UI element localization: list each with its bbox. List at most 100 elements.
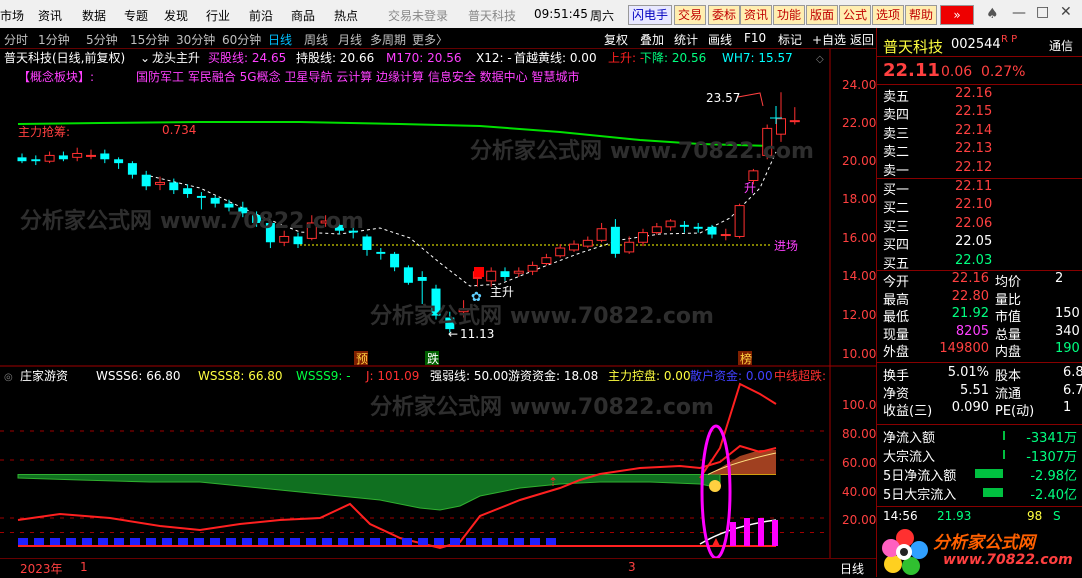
tool-f10[interactable]: F10: [744, 31, 766, 45]
stat2-value-2: 6.8: [1063, 365, 1082, 380]
tool-adjust[interactable]: 复权: [604, 31, 628, 48]
candle: [776, 92, 786, 142]
menu-hotspot[interactable]: 热点: [334, 7, 358, 24]
close-icon[interactable]: ✕: [1060, 4, 1072, 20]
tool-back[interactable]: 返回: [850, 31, 874, 48]
menu-topic[interactable]: 专题: [124, 7, 148, 24]
sub-chart-name[interactable]: 庄家游资: [20, 368, 68, 383]
ask-price[interactable]: 22.13: [955, 141, 992, 156]
candle-body: [734, 205, 745, 237]
stat-label: 今开: [883, 275, 910, 290]
chart-formula-toggle-icon[interactable]: ⌄: [140, 51, 150, 65]
bid-label: 买二: [883, 201, 910, 217]
period-multi[interactable]: 多周期: [370, 31, 406, 48]
menu-market[interactable]: 市场: [0, 7, 24, 24]
news-button[interactable]: 资讯: [740, 5, 773, 25]
watermark-url-3: www.70822.com: [510, 304, 714, 329]
ask-price[interactable]: 22.14: [955, 123, 992, 138]
layout-button[interactable]: 版面: [806, 5, 839, 25]
ask-price[interactable]: 22.16: [955, 86, 992, 101]
down-value: 下降: 20.56: [640, 51, 706, 65]
candle: [720, 228, 731, 241]
retail-bar: [274, 538, 284, 546]
stock-code: 002544: [951, 37, 1001, 52]
stat-label: 最高: [883, 292, 910, 308]
maximize-icon[interactable]: □: [1036, 4, 1049, 20]
shirt-icon[interactable]: ♠: [986, 6, 999, 22]
period-intraday[interactable]: 分时: [4, 31, 28, 48]
order-button[interactable]: 委标: [708, 5, 741, 25]
date-month-3: 3: [628, 560, 636, 574]
function-button[interactable]: 功能: [773, 5, 806, 25]
sub-yaxis-80: 80.00: [842, 427, 876, 441]
tool-stats[interactable]: 统计: [674, 31, 698, 48]
control-bar: [730, 522, 736, 546]
menu-frontier[interactable]: 前沿: [249, 7, 273, 24]
collapse-diamond-icon[interactable]: ◇: [816, 54, 824, 65]
tool-draw[interactable]: 画线: [708, 31, 732, 48]
period-monthly[interactable]: 月线: [338, 31, 362, 48]
menu-data[interactable]: 数据: [82, 7, 106, 24]
period-more[interactable]: 更多〉: [412, 31, 448, 48]
capital-label: 主力抢筹:: [18, 124, 70, 139]
sub-collapse-icon[interactable]: ◎: [4, 372, 13, 383]
candle: [403, 265, 413, 285]
candle: [72, 147, 83, 162]
watermark-text-3: 分析家公式网: [370, 303, 502, 329]
candle: [127, 161, 137, 179]
retail-bar: [498, 538, 508, 546]
stat-value-2: 150: [1055, 306, 1080, 322]
candle-body: [651, 226, 662, 234]
period-weekly[interactable]: 周线: [304, 31, 328, 48]
chart-svg[interactable]: ✿ ⇡ 普天科技(日线,前复权) ⌄ 龙头主升 买股线: 24.65 持股线: …: [0, 47, 876, 560]
formula-button[interactable]: 公式: [839, 5, 872, 25]
industry-tab[interactable]: 通信: [1049, 37, 1073, 54]
retail-bar: [466, 538, 476, 546]
candle-body: [582, 239, 593, 247]
period-15min[interactable]: 15分钟: [130, 31, 169, 48]
trade-button[interactable]: 交易: [674, 5, 707, 25]
kline-chart-area[interactable]: ✿ ⇡ 普天科技(日线,前复权) ⌄ 龙头主升 买股线: 24.65 持股线: …: [0, 47, 876, 560]
bid-price[interactable]: 22.05: [955, 234, 992, 249]
candle-body: [624, 241, 635, 253]
login-status[interactable]: 交易未登录: [388, 7, 448, 24]
period-60min[interactable]: 60分钟: [222, 31, 261, 48]
options-button[interactable]: 选项: [872, 5, 905, 25]
help-button[interactable]: 帮助: [905, 5, 938, 25]
tool-watchlist[interactable]: +自选: [812, 31, 846, 48]
stat-value-2: 340: [1055, 323, 1080, 339]
candle-body: [665, 220, 676, 228]
more-arrow-icon[interactable]: »: [940, 5, 974, 25]
period-5min[interactable]: 5分钟: [86, 31, 118, 48]
period-daily[interactable]: 日线: [268, 31, 292, 48]
tool-overlay[interactable]: 叠加: [640, 31, 664, 48]
menu-discover[interactable]: 发现: [164, 7, 188, 24]
menu-commodity[interactable]: 商品: [291, 7, 315, 24]
bid-price[interactable]: 22.06: [955, 216, 992, 231]
bid-price[interactable]: 22.03: [955, 253, 992, 268]
period-label[interactable]: 日线: [840, 560, 864, 577]
menu-news[interactable]: 资讯: [38, 7, 62, 24]
period-1min[interactable]: 1分钟: [38, 31, 70, 48]
sub-yaxis-60: 60.00: [842, 456, 876, 470]
candle-body: [169, 182, 179, 191]
menu-industry[interactable]: 行业: [206, 7, 230, 24]
marker-list: 榜: [740, 351, 752, 366]
ask-price[interactable]: 22.12: [955, 160, 992, 175]
minimize-icon[interactable]: —: [1012, 5, 1026, 21]
bid-price[interactable]: 22.11: [955, 179, 992, 194]
period-30min[interactable]: 30分钟: [176, 31, 215, 48]
last-price: 22.11: [883, 60, 940, 81]
retail-bar: [226, 538, 236, 546]
flash-trade-button[interactable]: 闪电手: [628, 5, 673, 25]
tool-mark[interactable]: 标记: [778, 31, 802, 48]
candle: [362, 234, 372, 256]
date-year: 2023年: [20, 562, 63, 576]
bid-price[interactable]: 22.10: [955, 197, 992, 212]
candle: [665, 219, 676, 231]
bid-label: 买五: [883, 256, 910, 272]
control-value: 主力控盘: 0.00: [608, 368, 691, 383]
formula-name[interactable]: 龙头主升: [152, 51, 200, 65]
ask-price[interactable]: 22.15: [955, 104, 992, 119]
candle: [44, 151, 55, 164]
